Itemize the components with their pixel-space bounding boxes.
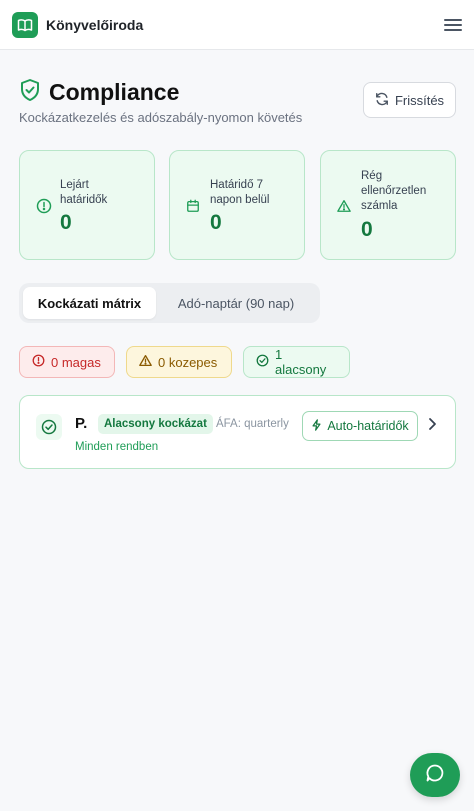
lightning-icon [311,418,322,434]
alert-triangle-icon [337,199,351,218]
risk-filter-low[interactable]: 1 alacsony [243,346,350,378]
chat-bubble-icon [425,763,445,788]
risk-filter-label: 1 alacsony [275,347,327,377]
stat-value: 0 [361,218,373,241]
auto-deadlines-label: Auto-határidők [327,419,409,433]
stat-label: Lejárt határidők [60,179,108,206]
view-tabs: Kockázati mátrix Adó-naptár (90 nap) [19,283,320,323]
page-heading: Compliance [19,78,179,107]
brand-name: Könyvelőiroda [46,16,144,33]
alert-circle-icon [32,354,45,370]
stat-label: Határidő 7 napon belül [210,179,270,206]
risk-filter-high[interactable]: 0 magas [19,346,115,378]
refresh-label: Frissítés [394,92,445,108]
page-subtitle: Kockázatkezelés és adószabály-nyomon köv… [19,110,303,125]
chat-button[interactable] [410,753,460,797]
risk-filter-label: 0 kozepes [158,354,218,370]
page-title: Compliance [49,79,180,105]
stat-value: 0 [60,211,72,234]
stat-card-unchecked-invoices: Rég ellenőrzetlen számla 0 [320,150,456,260]
alert-triangle-icon [139,354,152,370]
client-status: Minden rendben [75,441,159,453]
tab-risk-matrix[interactable]: Kockázati mátrix [23,287,156,319]
refresh-icon [375,92,389,109]
risk-filter-label: 0 magas [51,354,101,370]
book-open-icon [12,11,38,38]
risk-filter-medium[interactable]: 0 kozepes [126,346,232,378]
risk-level-badge: Alacsony kockázat [98,414,213,434]
vat-period: ÁFA: quarterly [216,418,289,430]
chevron-right-icon[interactable] [426,417,438,436]
stat-value: 0 [210,211,222,234]
auto-deadlines-button[interactable]: Auto-határidők [302,411,418,441]
stat-card-overdue: Lejárt határidők 0 [19,150,155,260]
top-bar: Könyvelőiroda [0,0,474,50]
shield-check-icon [19,78,41,107]
tab-tax-calendar[interactable]: Adó-naptár (90 nap) [156,287,316,319]
client-name: P. [75,415,88,432]
client-risk-card[interactable]: P. Alacsony kockázat ÁFA: quarterly Mind… [19,395,456,469]
stat-card-due-7-days: Határidő 7 napon belül 0 [169,150,305,260]
calendar-icon [186,199,200,218]
stat-label: Rég ellenőrzetlen számla [361,170,427,212]
alert-circle-icon [36,198,52,219]
hamburger-menu-icon[interactable] [442,14,464,36]
check-circle-icon [256,354,269,370]
refresh-button[interactable]: Frissítés [363,82,456,118]
check-circle-icon [36,414,62,440]
